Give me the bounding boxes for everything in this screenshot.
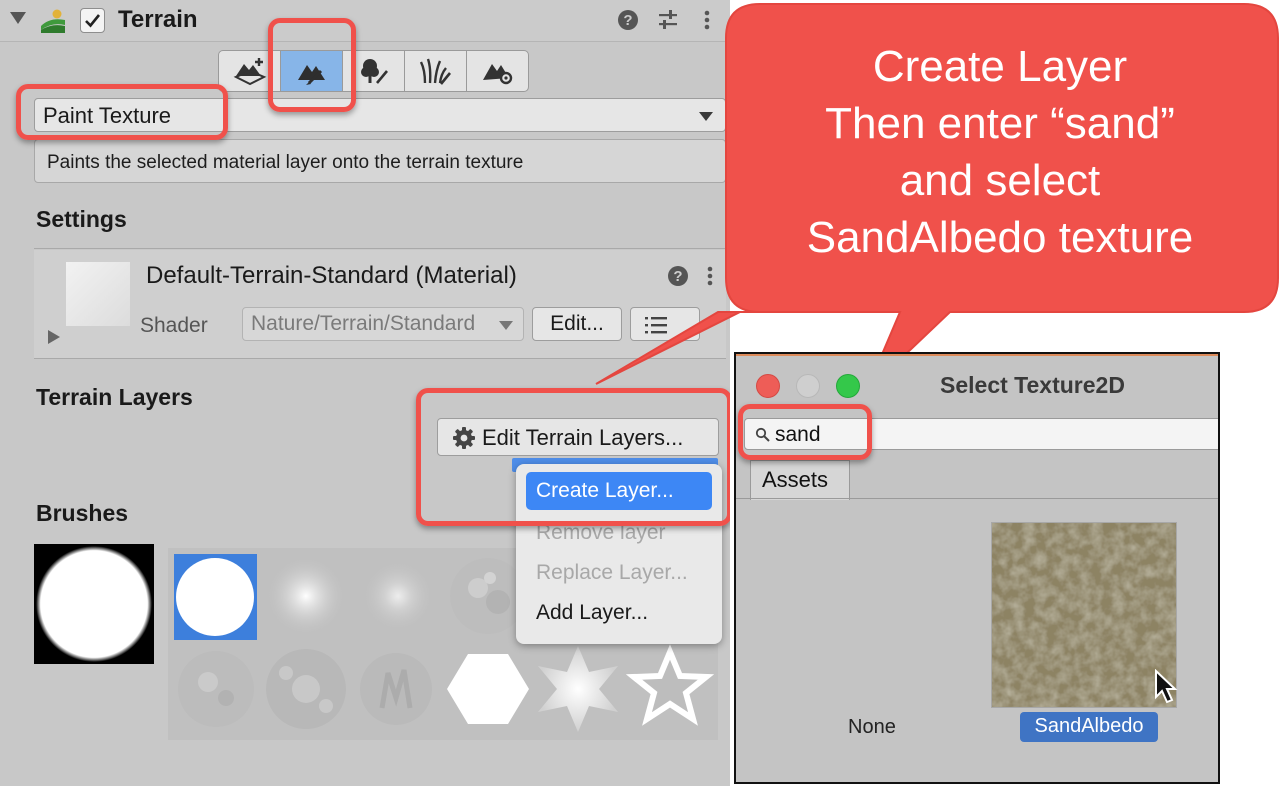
material-more-icon[interactable] [700,264,720,288]
dropdown-arrow-icon [699,112,713,121]
shader-label: Shader [140,314,208,337]
brush-hexagon[interactable] [447,654,529,724]
window-title: Select Texture2D [940,372,1125,398]
neighbor-terrain-icon [233,58,266,86]
settings-heading: Settings [36,206,127,232]
minimize-button[interactable] [796,374,820,398]
shader-dropdown[interactable]: Nature/Terrain/Standard [242,307,524,341]
component-header: Terrain ? [0,0,730,42]
close-button[interactable] [756,374,780,398]
brush-noise-4[interactable] [360,653,432,725]
instruction-callout: Create Layer Then enter “sand” and selec… [725,38,1275,266]
tree-icon [360,59,388,84]
brush-soft-small[interactable] [362,560,434,632]
material-section: Default-Terrain-Standard (Material) ? Sh… [34,250,726,358]
highlight-paint-texture [16,84,228,140]
presets-icon[interactable] [656,8,680,32]
callout-line: SandAlbedo texture [806,213,1194,262]
highlight-paint-tool [268,18,356,112]
tab-divider [736,498,1218,499]
highlight-search [738,404,872,460]
terrain-settings-tool[interactable] [466,50,529,92]
material-preview [66,262,130,326]
material-help-icon[interactable]: ? [666,264,690,288]
dropdown-arrow-icon [499,321,513,330]
component-title: Terrain [118,6,198,33]
zoom-button[interactable] [836,374,860,398]
callout-line: and select [899,156,1101,205]
material-title: Default-Terrain-Standard (Material) [146,262,517,289]
brushes-heading: Brushes [36,500,129,526]
help-icon[interactable]: ? [616,8,640,32]
brush-noise-2[interactable] [178,651,254,727]
brush-soft-round[interactable] [266,556,346,636]
brush-star-soft[interactable] [538,646,618,732]
list-icon [645,317,667,334]
edit-shader-button[interactable]: Edit... [532,307,622,341]
material-foldout-icon[interactable] [48,330,60,344]
terrain-tool-strip [218,50,533,92]
menu-add-layer[interactable]: Add Layer... [526,594,712,632]
sandalbedo-thumbnail[interactable] [991,522,1177,708]
none-option[interactable]: None [848,716,896,739]
foldout-arrow-icon[interactable] [10,12,26,24]
window-edge [736,354,1218,356]
terrain-inspector: Terrain ? Paint Texture Paints the selec… [0,0,730,786]
more-options-icon[interactable] [695,8,719,32]
mouse-pointer-icon [1155,669,1178,704]
brush-noise-3[interactable] [266,649,346,729]
tab-assets[interactable]: Assets [750,460,850,500]
grass-icon [419,58,451,85]
terrain-layers-heading: Terrain Layers [36,384,193,410]
terrain-icon [41,9,65,33]
paint-details-tool[interactable] [404,50,467,92]
select-texture-window: Select Texture2D sand Assets None SandAl… [734,352,1220,784]
brush-noise-1[interactable] [450,558,526,634]
component-enabled-checkbox[interactable] [80,8,105,33]
menu-replace-layer[interactable]: Replace Layer... [526,554,712,592]
divider [34,358,726,359]
highlight-create-layer [416,388,730,526]
tool-description: Paints the selected material layer onto … [34,139,726,183]
divider [34,248,726,249]
sandalbedo-label[interactable]: SandAlbedo [1020,712,1158,742]
selected-brush-preview [34,544,154,664]
shader-value: Nature/Terrain/Standard [251,312,476,335]
shader-list-button[interactable] [630,307,700,341]
svg-text:?: ? [623,12,632,29]
brush-hard-round[interactable] [174,554,257,640]
terrain-settings-icon [482,64,512,85]
callout-line: Create Layer [872,42,1128,91]
svg-text:?: ? [673,268,682,285]
brush-star-outline[interactable] [625,644,715,726]
callout-line: Then enter “sand” [825,99,1175,148]
